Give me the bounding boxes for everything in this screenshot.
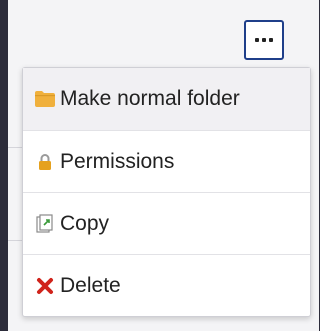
- menu-item-label: Permissions: [60, 149, 175, 173]
- menu-item-copy[interactable]: Copy: [23, 192, 310, 254]
- menu-item-label: Delete: [60, 273, 121, 297]
- copy-icon: [34, 213, 56, 235]
- ellipsis-icon-dot: [255, 38, 259, 42]
- context-menu: Make normal folder Permissions Copy Dele…: [22, 67, 311, 317]
- menu-item-delete[interactable]: Delete: [23, 254, 310, 316]
- delete-icon: [34, 275, 56, 297]
- more-options-button[interactable]: [244, 20, 284, 60]
- ellipsis-icon-dot: [269, 38, 273, 42]
- menu-item-label: Copy: [60, 211, 110, 235]
- menu-item-permissions[interactable]: Permissions: [23, 130, 310, 192]
- menu-item-make-normal-folder[interactable]: Make normal folder: [23, 68, 310, 130]
- ellipsis-icon-dot: [262, 38, 266, 42]
- lock-icon: [34, 151, 56, 173]
- folder-icon: [34, 88, 56, 110]
- menu-item-label: Make normal folder: [60, 87, 240, 110]
